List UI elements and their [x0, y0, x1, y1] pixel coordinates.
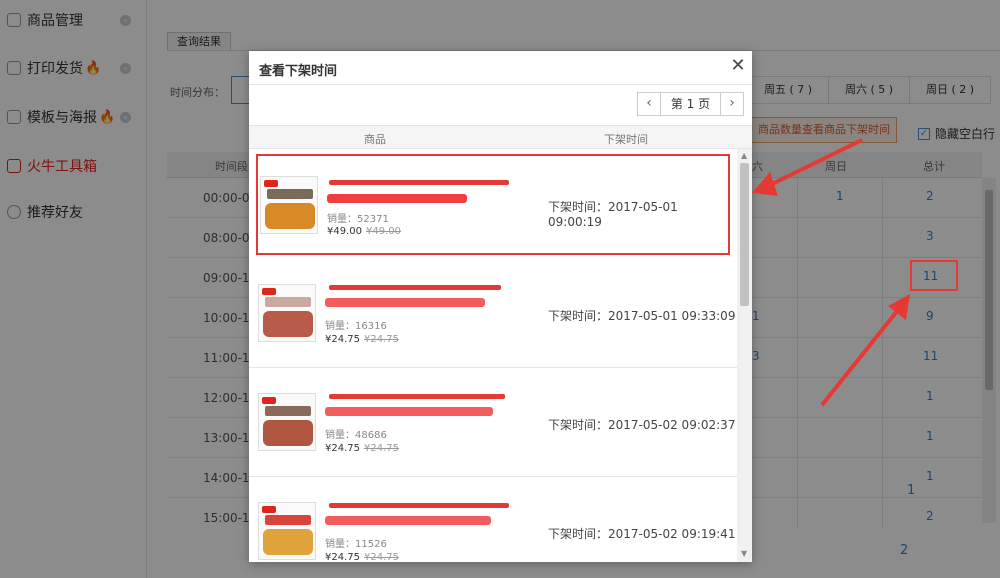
redacted-title [329, 285, 501, 290]
header-offline-time: 下架时间 [604, 133, 648, 146]
product-image [260, 176, 318, 234]
offline-time: 下架时间：2017-05-02 09:19:41 [548, 527, 736, 541]
offline-time: 下架时间：2017-05-01 09:00:19 [548, 200, 678, 229]
redacted-title [329, 503, 509, 508]
redacted-title [329, 180, 509, 185]
sales-count: 销量：16316 [325, 321, 387, 332]
total-cell-highlight [910, 260, 958, 291]
divider [249, 84, 752, 85]
sales-count: 销量：52371 [327, 214, 389, 225]
price: ¥24.75 ¥24.75 [325, 443, 399, 454]
offline-time-dialog: 查看下架时间 ✕ ‹ 第 1 页 › 商品 下架时间 销量：52371 ¥49.… [249, 51, 752, 562]
prev-page-button[interactable]: ‹ [637, 92, 661, 116]
product-image [258, 284, 316, 342]
redacted-title [327, 194, 467, 203]
product-image [258, 393, 316, 451]
list-item[interactable]: 销量：16316 ¥24.75 ¥24.75 下架时间：2017-05-01 09… [249, 259, 737, 368]
header-product: 商品 [364, 133, 386, 146]
price: ¥49.00 ¥49.00 [327, 226, 401, 237]
list-item[interactable]: 销量：52371 ¥49.00 ¥49.00 下架时间：2017-05-01 09… [256, 154, 730, 255]
dialog-table-header: 商品 下架时间 [249, 125, 752, 149]
redacted-title [325, 407, 493, 416]
redacted-title [325, 516, 491, 525]
redacted-title [329, 394, 505, 399]
price: ¥24.75 ¥24.75 [325, 552, 399, 562]
dialog-title: 查看下架时间 [259, 64, 338, 79]
product-list: 销量：52371 ¥49.00 ¥49.00 下架时间：2017-05-01 09… [249, 149, 737, 562]
sales-count: 销量：11526 [325, 539, 387, 550]
offline-time: 下架时间：2017-05-01 09:33:09 [548, 309, 736, 323]
next-page-button[interactable]: › [720, 92, 744, 116]
scroll-up-icon[interactable]: ▲ [741, 151, 747, 160]
dialog-scrollbar[interactable]: ▲ ▼ [737, 149, 752, 562]
redacted-title [325, 298, 485, 307]
price: ¥24.75 ¥24.75 [325, 334, 399, 345]
list-item[interactable]: 销量：48686 ¥24.75 ¥24.75 下架时间：2017-05-02 09… [249, 368, 737, 477]
scroll-down-icon[interactable]: ▼ [741, 549, 747, 558]
product-image [258, 502, 316, 560]
sales-count: 销量：48686 [325, 430, 387, 441]
page-indicator: 第 1 页 [660, 92, 721, 116]
offline-time: 下架时间：2017-05-02 09:02:37 [548, 418, 736, 432]
dialog-scrollbar-thumb[interactable] [740, 163, 749, 306]
close-icon[interactable]: ✕ [729, 56, 747, 76]
list-item[interactable]: 销量：11526 ¥24.75 ¥24.75 下架时间：2017-05-02 09… [249, 477, 737, 562]
